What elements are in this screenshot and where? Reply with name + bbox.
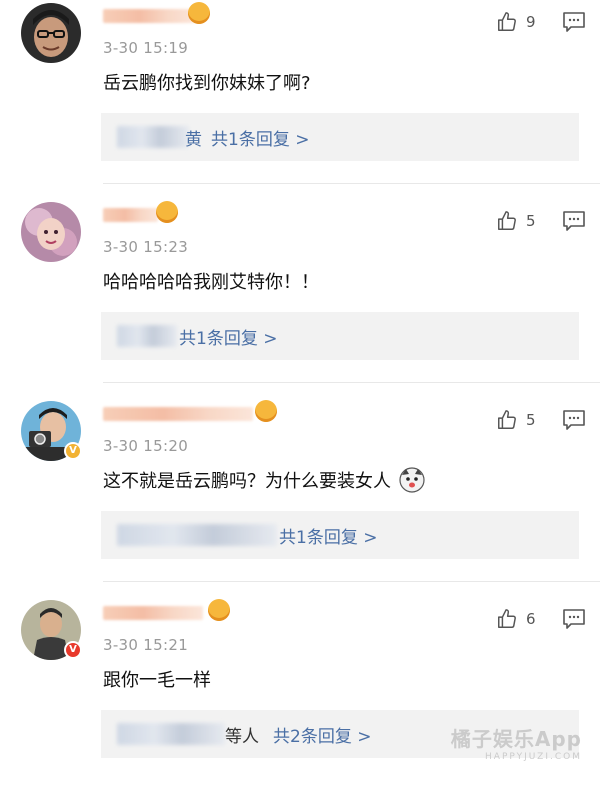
comment-text: 哈哈哈哈哈我刚艾特你！！ [103, 272, 319, 293]
reply-preview[interactable]: 黄 共1条回复 > [101, 113, 579, 161]
divider [103, 183, 600, 184]
comment-time: 3-30 15:23 [103, 238, 189, 256]
dog-emoji-icon [399, 467, 425, 493]
reply-count-link[interactable]: 共1条回复 > [211, 125, 309, 150]
comment-item: 3-30 15:23 哈哈哈哈哈我刚艾特你！！ 5 共1条回复 > [0, 199, 600, 397]
avatar-image [21, 202, 81, 262]
like-button[interactable]: 5 [496, 209, 536, 233]
replier-name-blurred [117, 325, 177, 347]
comment-bubble-icon[interactable] [562, 409, 586, 431]
divider [103, 382, 600, 383]
like-button[interactable]: 6 [496, 607, 536, 631]
username-blurred[interactable] [103, 9, 195, 23]
avatar[interactable] [21, 3, 81, 63]
thumbs-up-icon [498, 410, 516, 429]
comment-time: 3-30 15:19 [103, 39, 189, 57]
member-emoji-icon [156, 201, 178, 223]
like-button[interactable]: 9 [496, 10, 536, 34]
verified-badge-icon: V [64, 641, 82, 659]
comment-time: 3-30 15:20 [103, 437, 189, 455]
like-count: 5 [526, 411, 536, 429]
like-count: 5 [526, 212, 536, 230]
divider [103, 581, 600, 582]
watermark-logo-text: 橘子娱乐App [450, 727, 582, 751]
comment-bubble-icon[interactable] [562, 608, 586, 630]
comment-text: 跟你一毛一样 [103, 670, 211, 691]
watermark-url: HAPPYJUZI.COM [485, 752, 582, 762]
like-count: 9 [526, 13, 536, 31]
comment-item: V 3-30 15:20 这不就是岳云鹏吗？为什么要装女人 5 共1条回复 > [0, 398, 600, 596]
member-emoji-icon [188, 2, 210, 24]
comment-time: 3-30 15:21 [103, 636, 189, 654]
comment-bubble-icon[interactable] [562, 210, 586, 232]
like-count: 6 [526, 610, 536, 628]
reply-preview[interactable]: 共1条回复 > [101, 511, 579, 559]
member-emoji-icon [208, 599, 230, 621]
thumbs-up-icon [498, 609, 516, 628]
comment-bubble-icon[interactable] [562, 11, 586, 33]
replier-name-blurred [117, 126, 189, 148]
comment-item: 3-30 15:19 岳云鹏你找到你妹妹了啊? 9 黄 共1条回复 > [0, 0, 600, 198]
replier-name-tail: 等人 [225, 727, 259, 747]
replier-name-blurred [117, 723, 225, 745]
reply-count-link[interactable]: 共1条回复 > [279, 523, 377, 548]
username-blurred[interactable] [103, 407, 253, 421]
username-blurred[interactable] [103, 208, 158, 222]
watermark: 橘子娱乐App HAPPYJUZI.COM [451, 723, 582, 762]
reply-count-link[interactable]: 共1条回复 > [179, 324, 277, 349]
member-emoji-icon [255, 400, 277, 422]
verified-badge-icon: V [64, 442, 82, 460]
thumbs-up-icon [498, 12, 516, 31]
reply-preview[interactable]: 共1条回复 > [101, 312, 579, 360]
comment-text-body: 这不就是岳云鹏吗？为什么要装女人 [103, 471, 391, 492]
username-blurred[interactable] [103, 606, 203, 620]
avatar[interactable] [21, 202, 81, 262]
avatar-image [21, 3, 81, 63]
comment-item: V 3-30 15:21 跟你一毛一样 6 等人 共2条回复 > [0, 597, 600, 795]
like-button[interactable]: 5 [496, 408, 536, 432]
reply-count-link[interactable]: 共2条回复 > [273, 722, 371, 747]
thumbs-up-icon [498, 211, 516, 230]
comment-text: 这不就是岳云鹏吗？为什么要装女人 [103, 467, 425, 493]
replier-name-blurred [117, 524, 277, 546]
replier-name-tail: 黄 [185, 130, 202, 150]
comment-text: 岳云鹏你找到你妹妹了啊? [103, 73, 311, 94]
